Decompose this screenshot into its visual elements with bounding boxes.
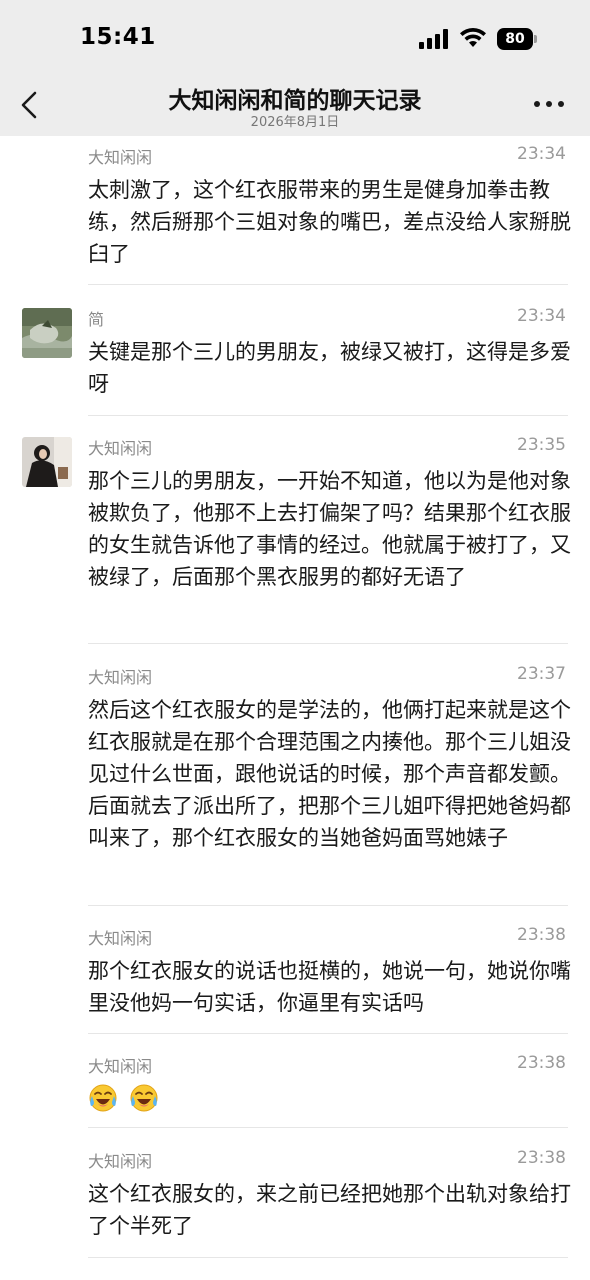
status-time: 15:41: [80, 24, 156, 50]
message-time: 23:37: [517, 664, 566, 684]
message-time: 23:38: [517, 925, 566, 945]
message-text: 那个红衣服女的说话也挺横的，她说一句，她说你嘴里没他妈一句实话，你逼里有实话吗: [88, 959, 571, 1015]
battery-level: 80: [497, 28, 533, 50]
message-sender: 大知闲闲: [88, 929, 153, 948]
chat-message[interactable]: 大知闲闲 23:38 这个红衣服女的，来之前已经把她那个出轨对象给打了个半死了: [0, 1148, 590, 1258]
message-divider: [88, 415, 568, 416]
message-text: 这个红衣服女的，来之前已经把她那个出轨对象给打了个半死了: [88, 1182, 571, 1238]
nav-bar: 大知闲闲和简的聊天记录 2026年8月1日: [0, 80, 590, 136]
message-sender: 大知闲闲: [88, 148, 153, 167]
message-divider: [88, 1127, 568, 1128]
message-divider: [88, 1257, 568, 1258]
avatar[interactable]: [22, 308, 72, 358]
message-sender: 大知闲闲: [88, 439, 153, 458]
message-text: 关键是那个三儿的男朋友，被绿又被打，这得是多爱呀: [88, 340, 571, 396]
message-time: 23:34: [517, 144, 566, 164]
message-sender: 简: [88, 310, 105, 329]
message-divider: [88, 905, 568, 906]
message-emojis: [88, 1081, 578, 1113]
cellular-signal-icon: [419, 29, 449, 49]
status-bar: 15:41 80: [0, 0, 590, 80]
message-divider: [88, 284, 568, 285]
chat-message[interactable]: 简 23:34 关键是那个三儿的男朋友，被绿又被打，这得是多爱呀: [0, 306, 590, 416]
more-options-icon[interactable]: [534, 98, 564, 110]
message-time: 23:38: [517, 1148, 566, 1168]
message-time: 23:38: [517, 1053, 566, 1073]
chat-message[interactable]: 大知闲闲 23:38 那个红衣服女的说话也挺横的，她说一句，她说你嘴里没他妈一句…: [0, 925, 590, 1035]
chat-message[interactable]: 大知闲闲 23:38: [0, 1053, 590, 1133]
page-subtitle: 2026年8月1日: [250, 115, 340, 130]
chat-history-list[interactable]: 大知闲闲 23:34 太刺激了，这个红衣服带来的男生是健身加拳击教练，然后掰那个…: [0, 136, 590, 1280]
message-divider: [88, 643, 568, 644]
message-time: 23:35: [517, 435, 566, 455]
avatar[interactable]: [22, 437, 72, 487]
crying-laughing-icon: [130, 1084, 158, 1112]
message-sender: 大知闲闲: [88, 1057, 153, 1076]
message-sender: 大知闲闲: [88, 1152, 153, 1171]
message-text: 然后这个红衣服女的是学法的，他俩打起来就是这个红衣服就是在那个合理范围之内揍他。…: [88, 698, 571, 850]
message-text: 太刺激了，这个红衣服带来的男生是健身加拳击教练，然后掰那个三姐对象的嘴巴，差点没…: [88, 178, 571, 266]
wifi-icon: [460, 27, 486, 47]
message-text: 那个三儿的男朋友，一开始不知道，他以为是他对象被欺负了，他那不上去打偏架了吗？结…: [88, 469, 571, 589]
chat-message[interactable]: 大知闲闲 23:35 那个三儿的男朋友，一开始不知道，他以为是他对象被欺负了，他…: [0, 435, 590, 643]
crying-laughing-icon: [89, 1084, 117, 1112]
chat-message[interactable]: 大知闲闲 23:37 然后这个红衣服女的是学法的，他俩打起来就是这个红衣服就是在…: [0, 664, 590, 904]
chat-message[interactable]: 大知闲闲 23:34 太刺激了，这个红衣服带来的男生是健身加拳击教练，然后掰那个…: [0, 144, 590, 284]
message-time: 23:34: [517, 306, 566, 326]
message-sender: 大知闲闲: [88, 668, 153, 687]
battery-icon: 80: [497, 28, 537, 50]
message-divider: [88, 1033, 568, 1034]
page-title: 大知闲闲和简的聊天记录: [168, 88, 422, 114]
